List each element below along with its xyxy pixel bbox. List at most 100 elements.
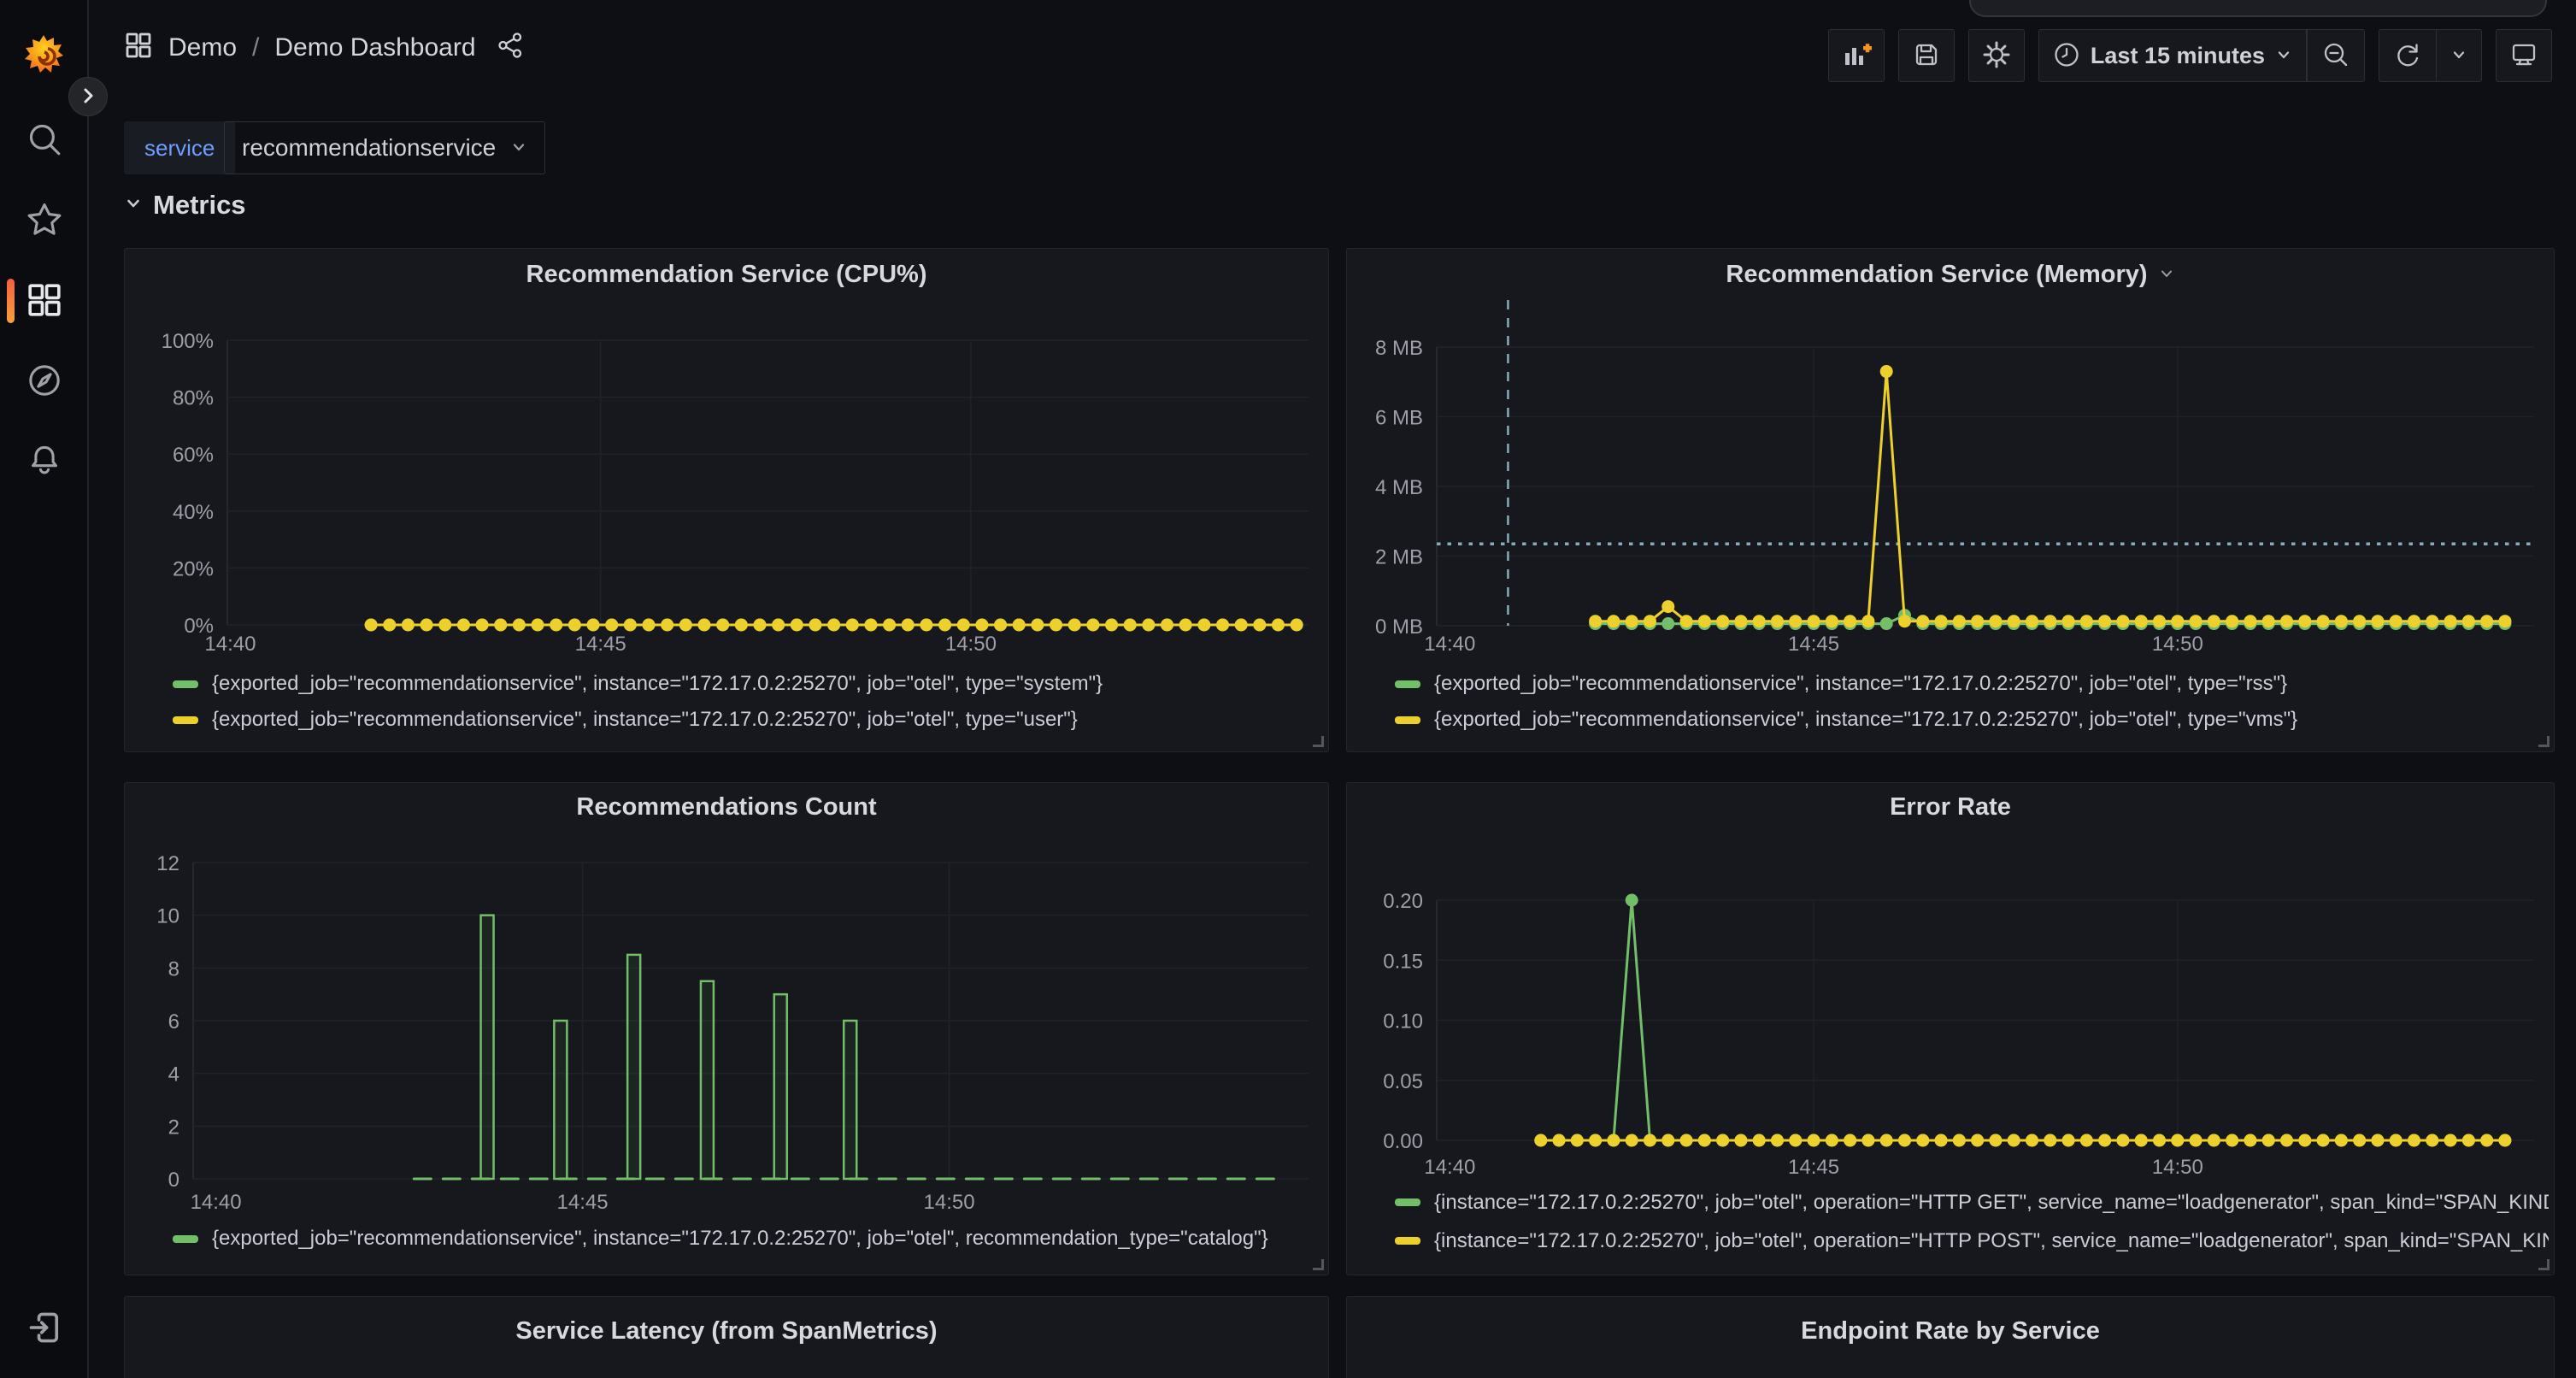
time-range-picker[interactable]: Last 15 minutes bbox=[2039, 30, 2306, 81]
panel-error-rate: Error Rate 0.200.150.100.050.0014:4014:4… bbox=[1346, 782, 2555, 1275]
panel-resize-handle[interactable] bbox=[1313, 736, 1324, 747]
grafana-logo-icon[interactable] bbox=[24, 34, 63, 74]
breadcrumb-root[interactable]: Demo bbox=[168, 33, 237, 62]
breadcrumb: Demo / Demo Dashboard bbox=[124, 31, 524, 64]
legend-label[interactable]: {exported_job="recommendationservice", i… bbox=[1434, 708, 2297, 732]
svg-text:12: 12 bbox=[156, 852, 179, 875]
legend-label[interactable]: {instance="172.17.0.2:25270", job="otel"… bbox=[1434, 1229, 2549, 1253]
svg-text:14:50: 14:50 bbox=[2152, 1156, 2203, 1179]
refresh-icon bbox=[2393, 40, 2422, 72]
svg-text:4 MB: 4 MB bbox=[1375, 476, 1423, 499]
svg-text:40%: 40% bbox=[173, 501, 214, 524]
share-icon[interactable] bbox=[497, 32, 524, 63]
legend-item[interactable]: {instance="172.17.0.2:25270", job="otel"… bbox=[1395, 1183, 2549, 1222]
svg-text:10: 10 bbox=[156, 905, 179, 928]
legend-item[interactable]: {instance="172.17.0.2:25270", job="otel"… bbox=[1395, 1222, 2549, 1260]
legend-label[interactable]: {exported_job="recommendationservice", i… bbox=[1434, 672, 2287, 696]
panel-title[interactable]: Endpoint Rate by Service bbox=[1347, 1317, 2554, 1346]
sidebar-expand-button[interactable] bbox=[68, 77, 108, 116]
svg-text:14:45: 14:45 bbox=[1788, 633, 1839, 656]
toolbar: Last 15 minutes bbox=[1828, 29, 2552, 82]
legend-item[interactable]: {exported_job="recommendationservice", i… bbox=[173, 1221, 1323, 1257]
svg-text:14:40: 14:40 bbox=[191, 1191, 242, 1214]
svg-text:8 MB: 8 MB bbox=[1375, 337, 1423, 360]
chevron-right-icon bbox=[79, 86, 97, 108]
legend: {exported_job="recommendationservice", i… bbox=[173, 1221, 1323, 1257]
panel-title[interactable]: Service Latency (from SpanMetrics) bbox=[125, 1317, 1328, 1346]
panel-cpu: Recommendation Service (CPU%) 100%80%60%… bbox=[124, 248, 1329, 752]
panel-resize-handle[interactable] bbox=[1313, 1259, 1324, 1270]
panel-recommendations-count: Recommendations Count 12108642014:4014:4… bbox=[124, 782, 1329, 1275]
breadcrumb-separator: / bbox=[252, 33, 259, 62]
legend-swatch-icon bbox=[173, 716, 198, 724]
sidebar-item-dashboards[interactable] bbox=[0, 262, 89, 340]
sidebar-item-starred[interactable] bbox=[0, 181, 89, 260]
svg-text:6: 6 bbox=[168, 1010, 179, 1034]
variable-value: recommendationservice bbox=[242, 134, 496, 162]
variable-label[interactable]: service bbox=[124, 121, 235, 174]
clock-icon bbox=[2053, 41, 2080, 71]
breadcrumb-current: Demo Dashboard bbox=[274, 33, 475, 62]
sidebar-item-alerting[interactable] bbox=[0, 422, 89, 501]
add-panel-button[interactable] bbox=[1828, 29, 1885, 82]
svg-text:8: 8 bbox=[168, 957, 179, 980]
legend-swatch-icon bbox=[1395, 680, 1420, 688]
legend-item[interactable]: {exported_job="recommendationservice", i… bbox=[173, 702, 1323, 738]
svg-text:80%: 80% bbox=[173, 387, 214, 410]
legend-item[interactable]: {exported_job="recommendationservice", i… bbox=[1395, 702, 2549, 738]
refresh-button[interactable] bbox=[2379, 30, 2436, 81]
star-icon bbox=[26, 201, 63, 241]
save-dashboard-button[interactable] bbox=[1898, 29, 1955, 82]
chart-canvas[interactable]: 12 10 8 6 4 2 0 14:40 14:45 14:50 bbox=[125, 783, 1329, 1275]
panel-endpoint-rate: Endpoint Rate by Service bbox=[1346, 1296, 2555, 1378]
cycle-view-mode-button[interactable] bbox=[2496, 29, 2552, 82]
legend-label[interactable]: {exported_job="recommendationservice", i… bbox=[212, 708, 1078, 732]
svg-text:0.15: 0.15 bbox=[1383, 950, 1423, 973]
legend-label[interactable]: {instance="172.17.0.2:25270", job="otel"… bbox=[1434, 1191, 2549, 1215]
chevron-down-icon bbox=[124, 194, 143, 217]
panel-resize-handle[interactable] bbox=[2538, 736, 2550, 747]
search-icon bbox=[26, 121, 63, 161]
legend-label[interactable]: {exported_job="recommendationservice", i… bbox=[212, 672, 1103, 696]
svg-text:2: 2 bbox=[168, 1116, 179, 1139]
gear-icon bbox=[1981, 39, 2012, 73]
apps-grid-icon[interactable] bbox=[124, 31, 153, 64]
browser-overlay-artifact bbox=[1969, 0, 2547, 17]
row-title: Metrics bbox=[153, 190, 246, 221]
svg-text:0.10: 0.10 bbox=[1383, 1010, 1423, 1034]
sidebar bbox=[0, 0, 89, 1378]
svg-text:0.05: 0.05 bbox=[1383, 1070, 1423, 1093]
svg-text:0.20: 0.20 bbox=[1383, 890, 1423, 913]
legend-item[interactable]: {exported_job="recommendationservice", i… bbox=[1395, 666, 2549, 702]
svg-text:14:45: 14:45 bbox=[575, 633, 626, 656]
submenu: service recommendationservice bbox=[89, 120, 2576, 180]
dashboard-header: Demo / Demo Dashboard bbox=[89, 0, 2576, 115]
svg-text:14:50: 14:50 bbox=[2152, 633, 2203, 656]
row-header-metrics[interactable]: Metrics bbox=[124, 190, 246, 221]
svg-text:14:50: 14:50 bbox=[924, 1191, 975, 1214]
sidebar-item-sign-in[interactable] bbox=[0, 1289, 89, 1368]
sidebar-item-explore[interactable] bbox=[0, 342, 89, 421]
svg-text:4: 4 bbox=[168, 1063, 179, 1086]
svg-text:14:40: 14:40 bbox=[1424, 1156, 1475, 1179]
monitor-icon bbox=[2508, 39, 2539, 73]
svg-text:14:40: 14:40 bbox=[1424, 633, 1475, 656]
sidebar-item-search[interactable] bbox=[0, 101, 89, 180]
zoom-out-time-button[interactable] bbox=[2308, 30, 2364, 81]
svg-text:14:40: 14:40 bbox=[204, 633, 256, 656]
refresh-interval-dropdown[interactable] bbox=[2437, 30, 2481, 81]
svg-text:100%: 100% bbox=[162, 330, 214, 353]
time-series-chart[interactable]: 12 10 8 6 4 2 0 14:40 14:45 14:50 bbox=[125, 783, 1328, 1275]
svg-text:14:45: 14:45 bbox=[557, 1191, 609, 1214]
svg-text:0 MB: 0 MB bbox=[1375, 615, 1423, 639]
svg-text:14:45: 14:45 bbox=[1788, 1156, 1839, 1179]
zoom-out-icon bbox=[2321, 40, 2350, 72]
legend-item[interactable]: {exported_job="recommendationservice", i… bbox=[173, 666, 1323, 702]
legend-swatch-icon bbox=[1395, 1237, 1420, 1245]
dashboard-settings-button[interactable] bbox=[1968, 29, 2025, 82]
variable-value-dropdown[interactable]: recommendationservice bbox=[224, 121, 545, 174]
legend-label[interactable]: {exported_job="recommendationservice", i… bbox=[212, 1227, 1268, 1251]
svg-text:0: 0 bbox=[168, 1169, 179, 1192]
panel-resize-handle[interactable] bbox=[2538, 1259, 2550, 1270]
time-picker-group: Last 15 minutes bbox=[2038, 29, 2365, 82]
